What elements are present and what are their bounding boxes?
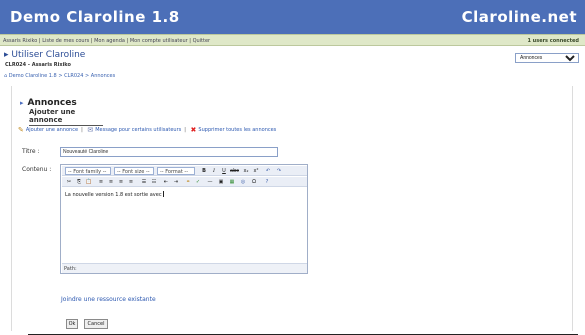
font-size-select[interactable]: -- Font size --	[114, 167, 154, 175]
strikethrough-icon[interactable]: abc	[230, 167, 239, 175]
unlink-icon[interactable]: ✓	[194, 178, 202, 186]
delete-all-link[interactable]: ✖ Supprimer toutes les annonces	[191, 126, 277, 134]
separator: |	[81, 127, 83, 133]
font-family-select[interactable]: -- Font family --	[65, 167, 111, 175]
delete-all-label: Supprimer toutes les annonces	[198, 127, 277, 133]
pencil-icon: ✎	[18, 126, 24, 134]
editor-body[interactable]: La nouvelle version 1.8 est sortie avec	[65, 191, 164, 198]
cancel-button[interactable]: Cancel	[84, 319, 108, 329]
add-announcement-label: Ajouter une annonce	[25, 127, 79, 133]
numbered-list-icon[interactable]: ☷	[150, 178, 158, 186]
envelope-icon: ✉	[87, 126, 94, 134]
content-label: Contenu :	[22, 166, 52, 173]
code-icon[interactable]: ◎	[239, 178, 247, 186]
claroline-brand-link[interactable]: Claroline.net	[462, 8, 577, 26]
page-title: ▸ Annonces	[20, 98, 77, 108]
breadcrumb-text: Demo Claroline 1.8 > CLR024 > Annonces	[8, 73, 116, 79]
breadcrumb[interactable]: ⌂ Demo Claroline 1.8 > CLR024 > Annonces	[4, 73, 115, 79]
page-title-text: Annonces	[27, 98, 77, 108]
format-select[interactable]: -- Format --	[157, 167, 195, 175]
page: Demo Claroline 1.8 Claroline.net Assaris…	[0, 0, 585, 335]
attach-resource-link[interactable]: Joindre une ressource existante	[61, 296, 156, 303]
separator: |	[184, 127, 186, 133]
text-caret	[162, 191, 164, 197]
image-icon[interactable]: ▣	[217, 178, 225, 186]
align-center-icon[interactable]: ≡	[107, 178, 115, 186]
editor-toolbar-row-2: ✂ ⎘ 📋 ≡ ≡ ≡ ≡ ☰ ☷ ⇤ ⇥ ⚭ ✓ — ▣ ▦ ◎ Ω ?	[62, 177, 307, 187]
course-header: ▸ Utiliser Claroline CLR024 - Assaris Ri…	[0, 47, 585, 73]
paste-icon[interactable]: 📋	[85, 178, 93, 186]
bullet-list-icon[interactable]: ☰	[140, 178, 148, 186]
copy-icon[interactable]: ⎘	[75, 178, 83, 186]
campus-title[interactable]: Demo Claroline 1.8	[10, 8, 180, 26]
add-announcement-link[interactable]: ✎ Ajouter une annonce	[18, 126, 78, 134]
subscript-icon[interactable]: x₂	[242, 167, 250, 175]
my-account-link[interactable]: Mon compte utilisateur	[130, 38, 188, 44]
align-left-icon[interactable]: ≡	[97, 178, 105, 186]
message-users-label: Message pour certains utilisateurs	[95, 127, 182, 133]
message-users-link[interactable]: ✉ Message pour certains utilisateurs	[87, 126, 181, 134]
editor-toolbar-row-1: -- Font family -- -- Font size -- -- For…	[62, 166, 307, 176]
horizontal-rule-icon[interactable]: —	[206, 178, 214, 186]
course-title[interactable]: ▸ Utiliser Claroline	[4, 50, 85, 60]
user-links: Assaris Rixiko | Liste de mes cours | Mo…	[3, 38, 211, 44]
home-icon: ⌂	[4, 73, 8, 79]
align-right-icon[interactable]: ≡	[117, 178, 125, 186]
user-bar: Assaris Rixiko | Liste de mes cours | Mo…	[0, 34, 585, 46]
link-icon[interactable]: ⚭	[184, 178, 192, 186]
course-tool-select[interactable]: Annonces	[515, 53, 579, 63]
title-label: Titre :	[22, 148, 40, 155]
course-title-text: Utiliser Claroline	[11, 50, 86, 60]
delete-x-icon: ✖	[190, 126, 197, 134]
table-icon[interactable]: ▦	[228, 178, 236, 186]
bold-icon[interactable]: B	[200, 167, 208, 175]
title-input[interactable]	[60, 147, 278, 157]
editor-path-bar: Path:	[62, 263, 307, 273]
logout-link[interactable]: Quitter	[193, 38, 211, 44]
users-connected: 1 users connected	[527, 38, 579, 44]
justify-icon[interactable]: ≡	[127, 178, 135, 186]
action-bar: ✎ Ajouter une annonce | ✉ Message pour cert…	[18, 126, 279, 134]
cut-icon[interactable]: ✂	[65, 178, 73, 186]
arrow-icon: ▸	[20, 99, 24, 107]
user-name-link[interactable]: Assaris Rixiko	[3, 38, 37, 44]
help-icon[interactable]: ?	[263, 178, 271, 186]
course-code: CLR024 - Assaris Rixiko	[5, 62, 71, 68]
undo-icon[interactable]: ↶	[264, 167, 272, 175]
editor-text: La nouvelle version 1.8 est sortie avec	[65, 192, 162, 198]
char-map-icon[interactable]: Ω	[250, 178, 258, 186]
outdent-icon[interactable]: ⇤	[162, 178, 170, 186]
underline-icon[interactable]: U	[220, 167, 228, 175]
redo-icon[interactable]: ↷	[275, 167, 283, 175]
my-agenda-link[interactable]: Mon agenda	[94, 38, 125, 44]
main-content: ▸ Annonces Ajouter une annonce ✎ Ajouter u…	[11, 86, 573, 331]
my-courses-link[interactable]: Liste de mes cours	[42, 38, 89, 44]
ok-button[interactable]: Ok	[66, 319, 78, 329]
indent-icon[interactable]: ⇥	[172, 178, 180, 186]
rich-text-editor[interactable]: -- Font family -- -- Font size -- -- For…	[60, 164, 308, 274]
superscript-icon[interactable]: x²	[252, 167, 260, 175]
italic-icon[interactable]: I	[210, 167, 218, 175]
page-subtitle: Ajouter une annonce	[29, 108, 103, 126]
top-banner: Demo Claroline 1.8 Claroline.net	[0, 0, 585, 34]
